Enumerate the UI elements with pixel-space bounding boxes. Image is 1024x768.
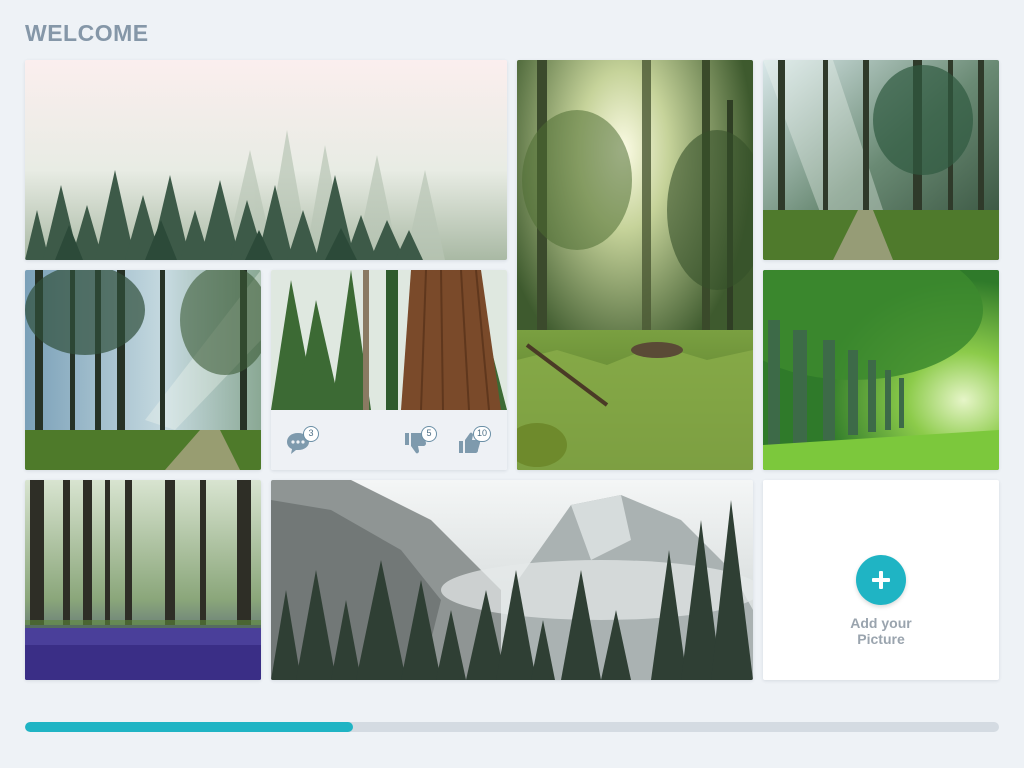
gallery-photo-misty-pine-forest[interactable] (25, 60, 507, 260)
gallery-photo-green-tree-tunnel[interactable] (763, 270, 999, 470)
gallery-photo-forest-path-sunrays[interactable] (763, 60, 999, 260)
like-button[interactable]: 10 (457, 426, 491, 456)
add-picture-label: Add your Picture (850, 615, 912, 647)
progress-bar (25, 722, 999, 732)
page-title: WELCOME (25, 20, 149, 46)
gallery-photo-sunbeam-forest-trail[interactable] (25, 270, 261, 470)
add-picture-card[interactable]: Add your Picture (763, 480, 999, 680)
gallery-photo-bluebell-forest[interactable] (25, 480, 261, 680)
featured-photo[interactable] (271, 270, 507, 410)
add-picture-button[interactable] (856, 555, 906, 605)
comment-button[interactable]: 3 (285, 426, 319, 456)
progress-fill (25, 722, 354, 732)
dislike-count-badge: 5 (421, 426, 437, 442)
comment-count-badge: 3 (303, 426, 319, 442)
gallery-photo-granite-mountain-pines[interactable] (271, 480, 753, 680)
like-count-badge: 10 (472, 426, 491, 442)
gallery-photo-redwood-trunk[interactable]: 3 5 10 (271, 270, 507, 470)
dislike-button[interactable]: 5 (403, 426, 437, 456)
gallery-photo-sunlit-forest-floor[interactable] (517, 60, 753, 470)
photo-action-bar: 3 5 10 (271, 410, 507, 470)
